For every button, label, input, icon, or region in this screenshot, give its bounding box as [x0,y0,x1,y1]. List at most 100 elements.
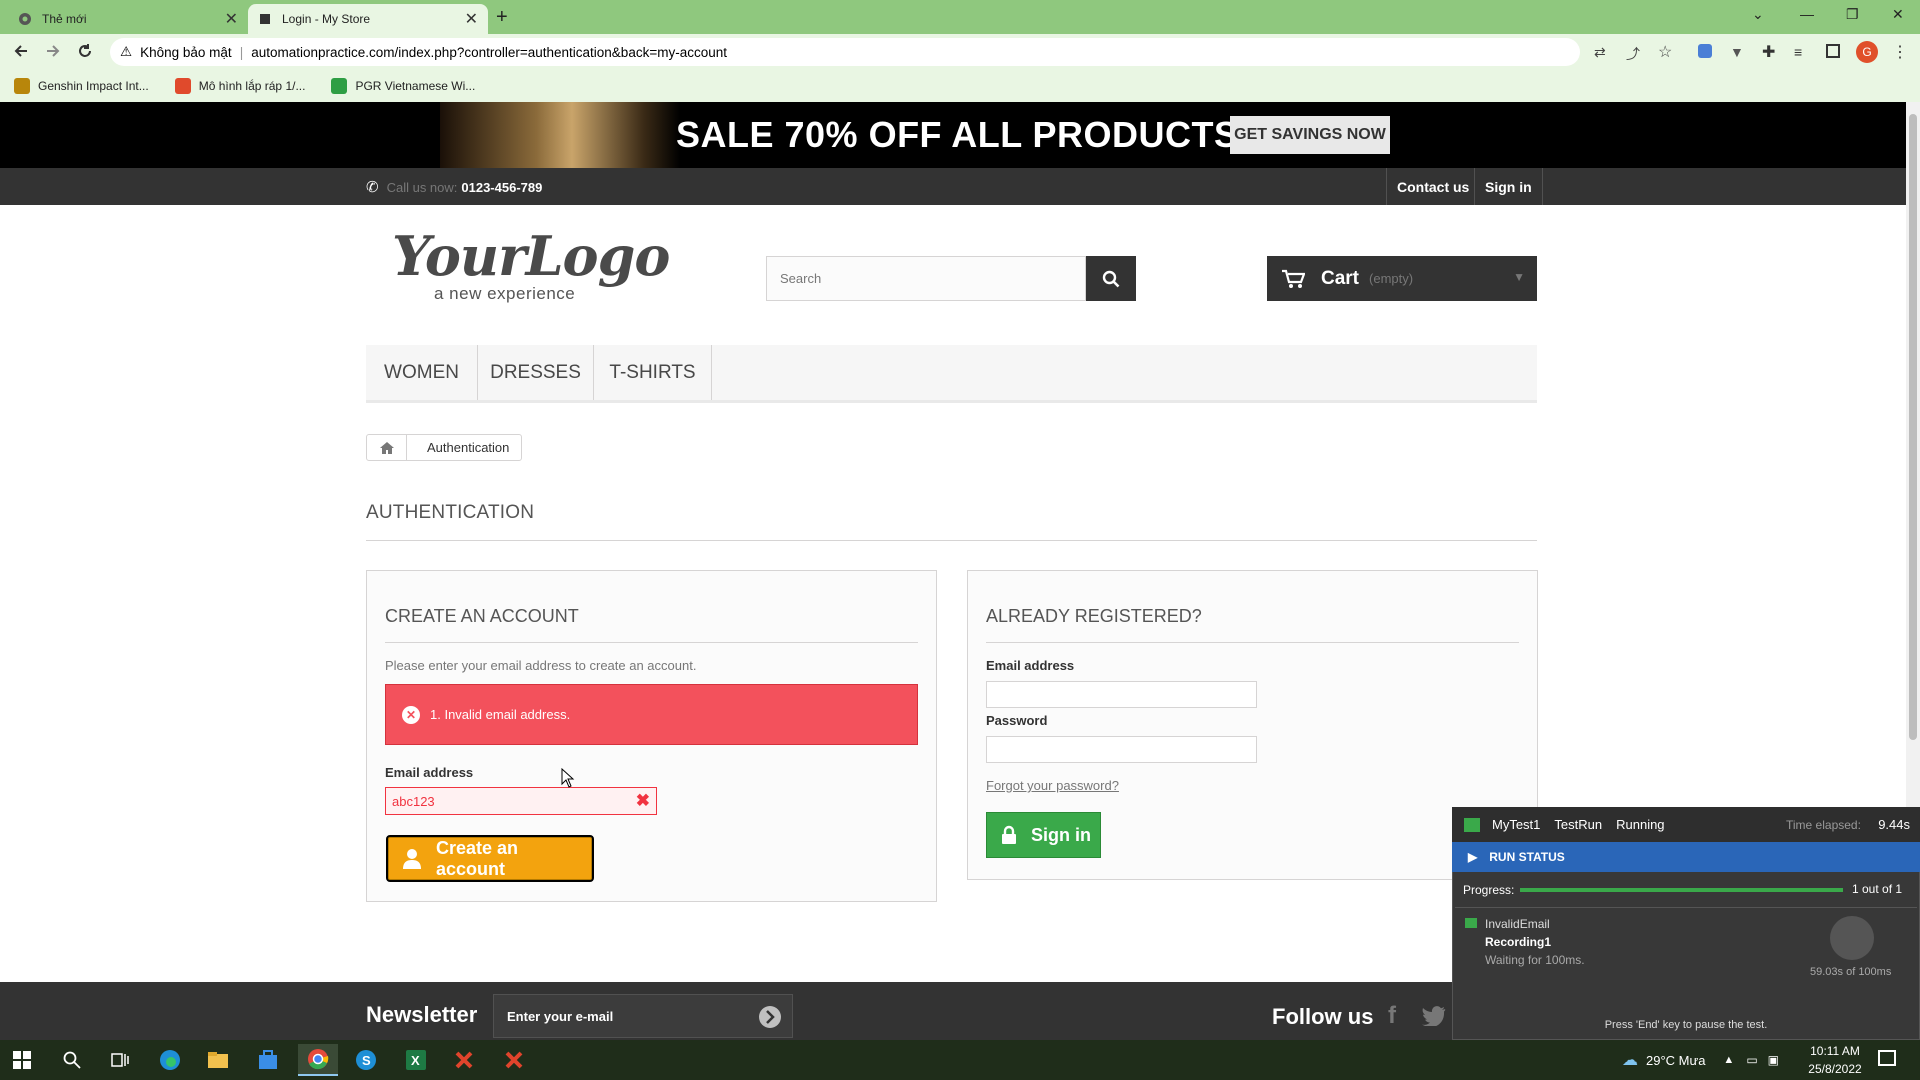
newsletter-submit-icon[interactable] [758,1005,782,1029]
task-view-icon[interactable] [100,1044,140,1076]
battery-icon[interactable]: ▭ [1746,1053,1757,1067]
extensions-puzzle-icon[interactable]: ✚ [1762,42,1775,62]
skype-icon[interactable]: S [346,1044,386,1076]
run-panel-hint: Press 'End' key to pause the test. [1604,1019,1768,1031]
svg-text:S: S [362,1053,371,1068]
create-account-heading: CREATE AN ACCOUNT [385,606,579,626]
back-icon[interactable] [12,42,30,60]
play-icon: ▶ [1468,850,1478,864]
forgot-password-link[interactable]: Forgot your password? [986,778,1119,793]
ranorex-icon[interactable] [444,1044,484,1076]
login-email-label: Email address [986,658,1075,673]
twitter-icon[interactable] [1422,1006,1446,1026]
phone-number: 0123-456-789 [461,179,543,195]
newsletter-input[interactable]: Enter your e-mail [493,994,793,1038]
create-email-input[interactable]: abc123 ✖ [385,787,657,815]
close-tab-icon[interactable]: ✕ [465,9,478,29]
store-icon[interactable] [248,1044,288,1076]
file-explorer-icon[interactable] [198,1044,238,1076]
restore-button[interactable]: ❐ [1846,6,1859,23]
ranorex-recorder-icon[interactable] [494,1044,534,1076]
bookmark-item[interactable]: Genshin Impact Int... [14,78,149,94]
progress-label: Progress: [1463,883,1515,897]
run-panel-header: MyTest1 TestRun Running Time elapsed: 9.… [1452,807,1920,842]
password-label: Password [986,713,1048,728]
minimize-button[interactable]: — [1800,6,1814,22]
page-title: AUTHENTICATION [366,502,535,523]
divider [366,540,1537,541]
extension-filter-icon[interactable]: ▼ [1730,44,1744,60]
bookmark-favicon-icon [331,78,348,94]
taskbar-search-icon[interactable] [52,1044,92,1076]
wait-spinner [1830,916,1874,960]
security-label: Không bảo mật [140,44,232,60]
lock-icon [1001,825,1017,845]
promo-banner[interactable]: SALE 70% OFF ALL PRODUCTS GET SAVINGS NO… [0,102,1906,168]
error-icon: ✕ [402,705,420,724]
menu-women[interactable]: WOMEN [366,345,478,400]
bookmark-item[interactable]: Mô hình lắp ráp 1/... [174,78,305,94]
translate-icon[interactable]: ⇄ [1594,44,1606,61]
contact-us-link[interactable]: Contact us [1386,168,1479,205]
system-tray: ☁ 29°C Mưa ▲ ▭ ▣ [1622,1040,1779,1080]
wait-progress: 59.03s of 100ms [1810,966,1892,978]
sign-in-button[interactable]: Sign in [986,812,1101,858]
search-button[interactable] [1086,256,1136,301]
bookmark-favicon-icon [14,78,30,94]
menu-dots-icon[interactable]: ⋮ [1892,42,1908,62]
edge-icon[interactable] [150,1044,190,1076]
windows-start-icon[interactable] [2,1044,42,1076]
email-value: abc123 [392,794,435,809]
clock[interactable]: 10:11 AM 25/8/2022 [1800,1042,1870,1078]
create-account-button[interactable]: Create an account [386,835,594,882]
search-input[interactable]: Search [766,256,1086,301]
side-panel-icon[interactable] [1826,44,1840,58]
chrome-taskbar-icon[interactable] [298,1044,338,1076]
close-window-button[interactable]: ✕ [1892,6,1904,23]
run-state: Running [1616,817,1665,832]
store-logo[interactable]: YourLogo a new experience [392,228,692,308]
clock-time: 10:11 AM [1810,1044,1860,1058]
home-icon[interactable] [367,435,407,460]
weather-icon[interactable]: ☁ [1622,1050,1638,1070]
cart-icon [1281,269,1305,289]
get-savings-button[interactable]: GET SAVINGS NOW [1230,116,1390,154]
cart-button[interactable]: Cart (empty) ▼ [1267,256,1537,301]
bookmark-item[interactable]: PGR Vietnamese Wi... [331,78,475,94]
extension-icon[interactable] [1698,44,1712,58]
error-message: 1. Invalid email address. [430,707,571,722]
address-bar[interactable]: ⚠ Không bảo mật | automationpractice.com… [110,38,1580,66]
network-icon[interactable]: ▣ [1768,1053,1779,1067]
sign-in-label: Sign in [1031,824,1091,845]
reload-icon[interactable] [76,42,94,60]
progress-bar [1520,888,1843,892]
media-icon[interactable]: ≡ [1794,44,1802,60]
facebook-icon[interactable]: f [1388,1002,1396,1030]
divider [385,642,918,643]
tab-new[interactable]: Thẻ mới ✕ [8,4,248,34]
new-tab-button[interactable]: + [496,6,508,29]
password-input[interactable] [986,736,1257,763]
tab-search-icon[interactable]: ⌄ [1752,6,1764,23]
close-tab-icon[interactable]: ✕ [225,9,238,29]
excel-icon[interactable]: X [396,1044,436,1076]
sign-in-link[interactable]: Sign in [1474,168,1543,205]
share-icon[interactable]: ⤴ [1626,44,1640,64]
notifications-icon[interactable] [1878,1050,1896,1066]
tab-login[interactable]: Login - My Store ✕ [248,4,488,34]
scrollbar-thumb[interactable] [1909,114,1917,740]
bookmark-star-icon[interactable]: ☆ [1658,42,1672,62]
url-text: automationpractice.com/index.php?control… [251,44,727,60]
weather-text[interactable]: 29°C Mưa [1646,1053,1705,1068]
user-icon [402,848,422,870]
menu-dresses[interactable]: DRESSES [478,345,594,400]
menu-tshirts[interactable]: T-SHIRTS [594,345,712,400]
banner-model-image [440,102,680,168]
forward-icon[interactable] [44,42,62,60]
run-status-bar[interactable]: ▶ RUN STATUS [1452,842,1920,872]
test-item-name: InvalidEmail [1485,917,1550,931]
search-icon [1102,270,1120,288]
login-email-input[interactable] [986,681,1257,708]
chevron-up-icon[interactable]: ▲ [1723,1054,1734,1066]
profile-avatar[interactable]: G [1856,41,1878,63]
